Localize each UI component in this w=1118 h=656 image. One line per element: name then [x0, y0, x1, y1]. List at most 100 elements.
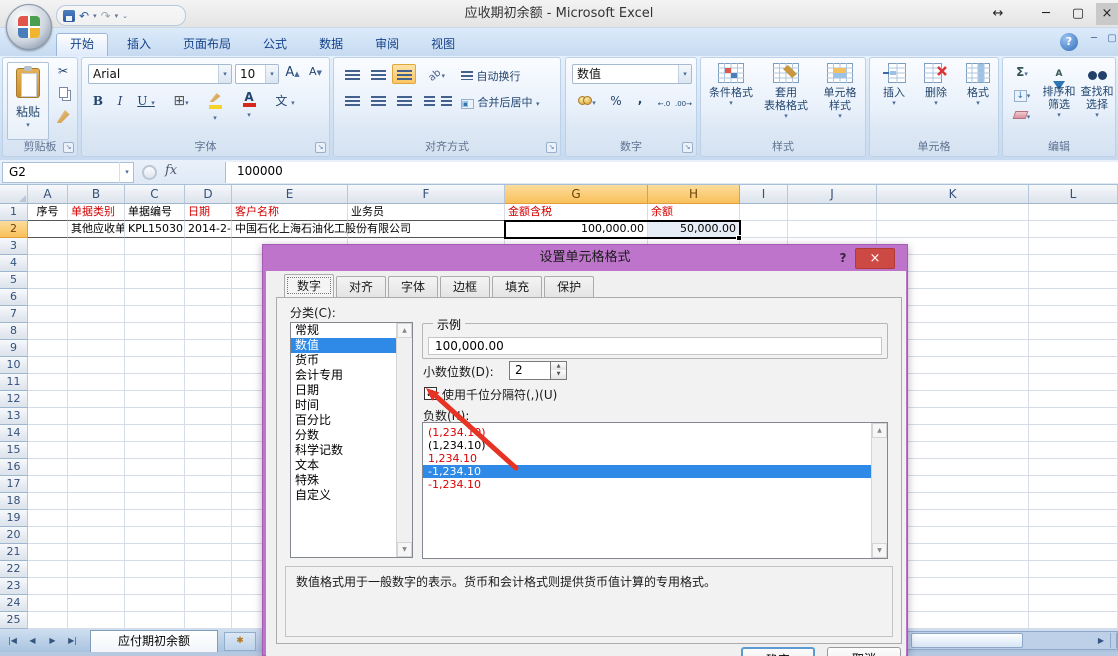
cell-L3[interactable] [1029, 238, 1118, 255]
sort-filter-button[interactable]: A 排序和 筛选 ▾ [1041, 62, 1077, 144]
ribbon-tab-开始[interactable]: 开始 [56, 33, 108, 56]
cancel-button[interactable]: 取消 [827, 647, 901, 656]
cell-L17[interactable] [1029, 476, 1118, 493]
redo-button[interactable]: ↷ [101, 8, 111, 24]
row-header-21[interactable]: 21 [0, 544, 28, 561]
align-middle-button[interactable] [366, 64, 390, 84]
cell-D4[interactable] [185, 255, 232, 272]
dialog-tab-数字[interactable]: 数字 [284, 274, 334, 297]
cell-B23[interactable] [68, 578, 125, 595]
conditional-formatting-button[interactable]: 条件格式 ▾ [705, 62, 757, 144]
increase-indent-button[interactable] [439, 90, 454, 110]
minimize-ribbon-icon[interactable]: ─ [1086, 33, 1102, 44]
window-maximize-button[interactable]: ▢ [1064, 3, 1092, 25]
fx-icon[interactable]: fx [165, 163, 177, 178]
cell-D12[interactable] [185, 391, 232, 408]
font-name-dropdown-icon[interactable]: ▾ [218, 65, 231, 83]
cell-B16[interactable] [68, 459, 125, 476]
borders-button[interactable]: ⊞▾ [166, 90, 196, 112]
undo-button[interactable]: ↶ [79, 8, 89, 24]
cell-A11[interactable] [28, 374, 68, 391]
cell-E1[interactable]: 客户名称 [232, 204, 348, 221]
column-header-J[interactable]: J [788, 185, 877, 204]
dialog-help-icon[interactable]: ? [833, 248, 853, 269]
cell-B2[interactable]: 其他应收单 [68, 221, 125, 238]
select-all-corner[interactable] [0, 185, 28, 204]
row-header-8[interactable]: 8 [0, 323, 28, 340]
format-dropdown-icon[interactable]: ▾ [959, 99, 997, 107]
cell-L4[interactable] [1029, 255, 1118, 272]
cell-C22[interactable] [125, 561, 185, 578]
cell-L10[interactable] [1029, 357, 1118, 374]
save-icon[interactable] [63, 10, 75, 22]
column-header-H[interactable]: H [648, 185, 740, 204]
cell-I2[interactable] [740, 221, 788, 238]
cell-C9[interactable] [125, 340, 185, 357]
cell-L1[interactable] [1029, 204, 1118, 221]
next-sheet-button[interactable]: ▶ [44, 632, 61, 649]
insert-function-button[interactable] [142, 165, 157, 180]
align-top-button[interactable] [340, 64, 364, 84]
cell-I1[interactable] [740, 204, 788, 221]
column-header-L[interactable]: L [1029, 185, 1118, 204]
font-size-dropdown-icon[interactable]: ▾ [265, 65, 278, 83]
cell-L22[interactable] [1029, 561, 1118, 578]
find-select-dropdown-icon[interactable]: ▾ [1080, 111, 1114, 119]
cell-L11[interactable] [1029, 374, 1118, 391]
category-option-自定义[interactable]: 自定义 [291, 488, 397, 503]
horizontal-scrollbar[interactable]: ▶ [906, 631, 1118, 650]
clipboard-dialog-launcher[interactable]: ↘ [63, 142, 74, 153]
cell-C10[interactable] [125, 357, 185, 374]
cell-B3[interactable] [68, 238, 125, 255]
cell-D3[interactable] [185, 238, 232, 255]
fill-dropdown-icon[interactable]: ▾ [1027, 92, 1031, 100]
cell-A1[interactable]: 序号 [28, 204, 68, 221]
cell-L18[interactable] [1029, 493, 1118, 510]
cell-C11[interactable] [125, 374, 185, 391]
row-header-18[interactable]: 18 [0, 493, 28, 510]
cell-F1[interactable]: 业务员 [348, 204, 505, 221]
underline-dropdown-icon[interactable]: ▾ [151, 99, 155, 107]
cell-L8[interactable] [1029, 323, 1118, 340]
row-header-13[interactable]: 13 [0, 408, 28, 425]
merge-dropdown-icon[interactable]: ▾ [536, 100, 540, 108]
align-left-button[interactable] [340, 90, 364, 110]
row-header-14[interactable]: 14 [0, 425, 28, 442]
cell-C2[interactable]: KPL15030 [125, 221, 185, 238]
find-select-button[interactable]: 查找和 选择 ▾ [1079, 62, 1115, 144]
category-option-日期[interactable]: 日期 [291, 383, 397, 398]
format-painter-button[interactable] [51, 109, 75, 129]
row-header-1[interactable]: 1 [0, 204, 28, 221]
cell-B7[interactable] [68, 306, 125, 323]
negative-option-4[interactable]: -1,234.10 [423, 465, 872, 478]
column-header-K[interactable]: K [877, 185, 1029, 204]
cell-C6[interactable] [125, 289, 185, 306]
dialog-tab-字体[interactable]: 字体 [388, 276, 438, 297]
cell-B5[interactable] [68, 272, 125, 289]
dialog-tab-填充[interactable]: 填充 [492, 276, 542, 297]
cell-C7[interactable] [125, 306, 185, 323]
row-header-3[interactable]: 3 [0, 238, 28, 255]
cell-B9[interactable] [68, 340, 125, 357]
cell-C12[interactable] [125, 391, 185, 408]
cell-D15[interactable] [185, 442, 232, 459]
cell-A16[interactable] [28, 459, 68, 476]
cell-J2[interactable] [788, 221, 877, 238]
fill-color-dropdown-icon[interactable]: ▾ [213, 114, 217, 122]
autosum-button[interactable]: Σ▾ [1007, 62, 1037, 82]
cell-styles-button[interactable]: 单元格 样式 ▾ [815, 62, 865, 144]
category-option-会计专用[interactable]: 会计专用 [291, 368, 397, 383]
decrease-indent-button[interactable] [422, 90, 437, 110]
row-header-16[interactable]: 16 [0, 459, 28, 476]
clear-button[interactable]: ▾ [1007, 106, 1037, 126]
cell-A18[interactable] [28, 493, 68, 510]
category-scroll-up-icon[interactable]: ▲ [397, 323, 412, 338]
paste-dropdown-icon[interactable]: ▾ [8, 121, 48, 129]
cell-A24[interactable] [28, 595, 68, 612]
formula-input[interactable]: 100000 [225, 162, 1118, 183]
cell-styles-dropdown-icon[interactable]: ▾ [816, 112, 864, 120]
ribbon-tab-数据[interactable]: 数据 [306, 33, 356, 56]
cell-B13[interactable] [68, 408, 125, 425]
cell-B19[interactable] [68, 510, 125, 527]
cell-L12[interactable] [1029, 391, 1118, 408]
